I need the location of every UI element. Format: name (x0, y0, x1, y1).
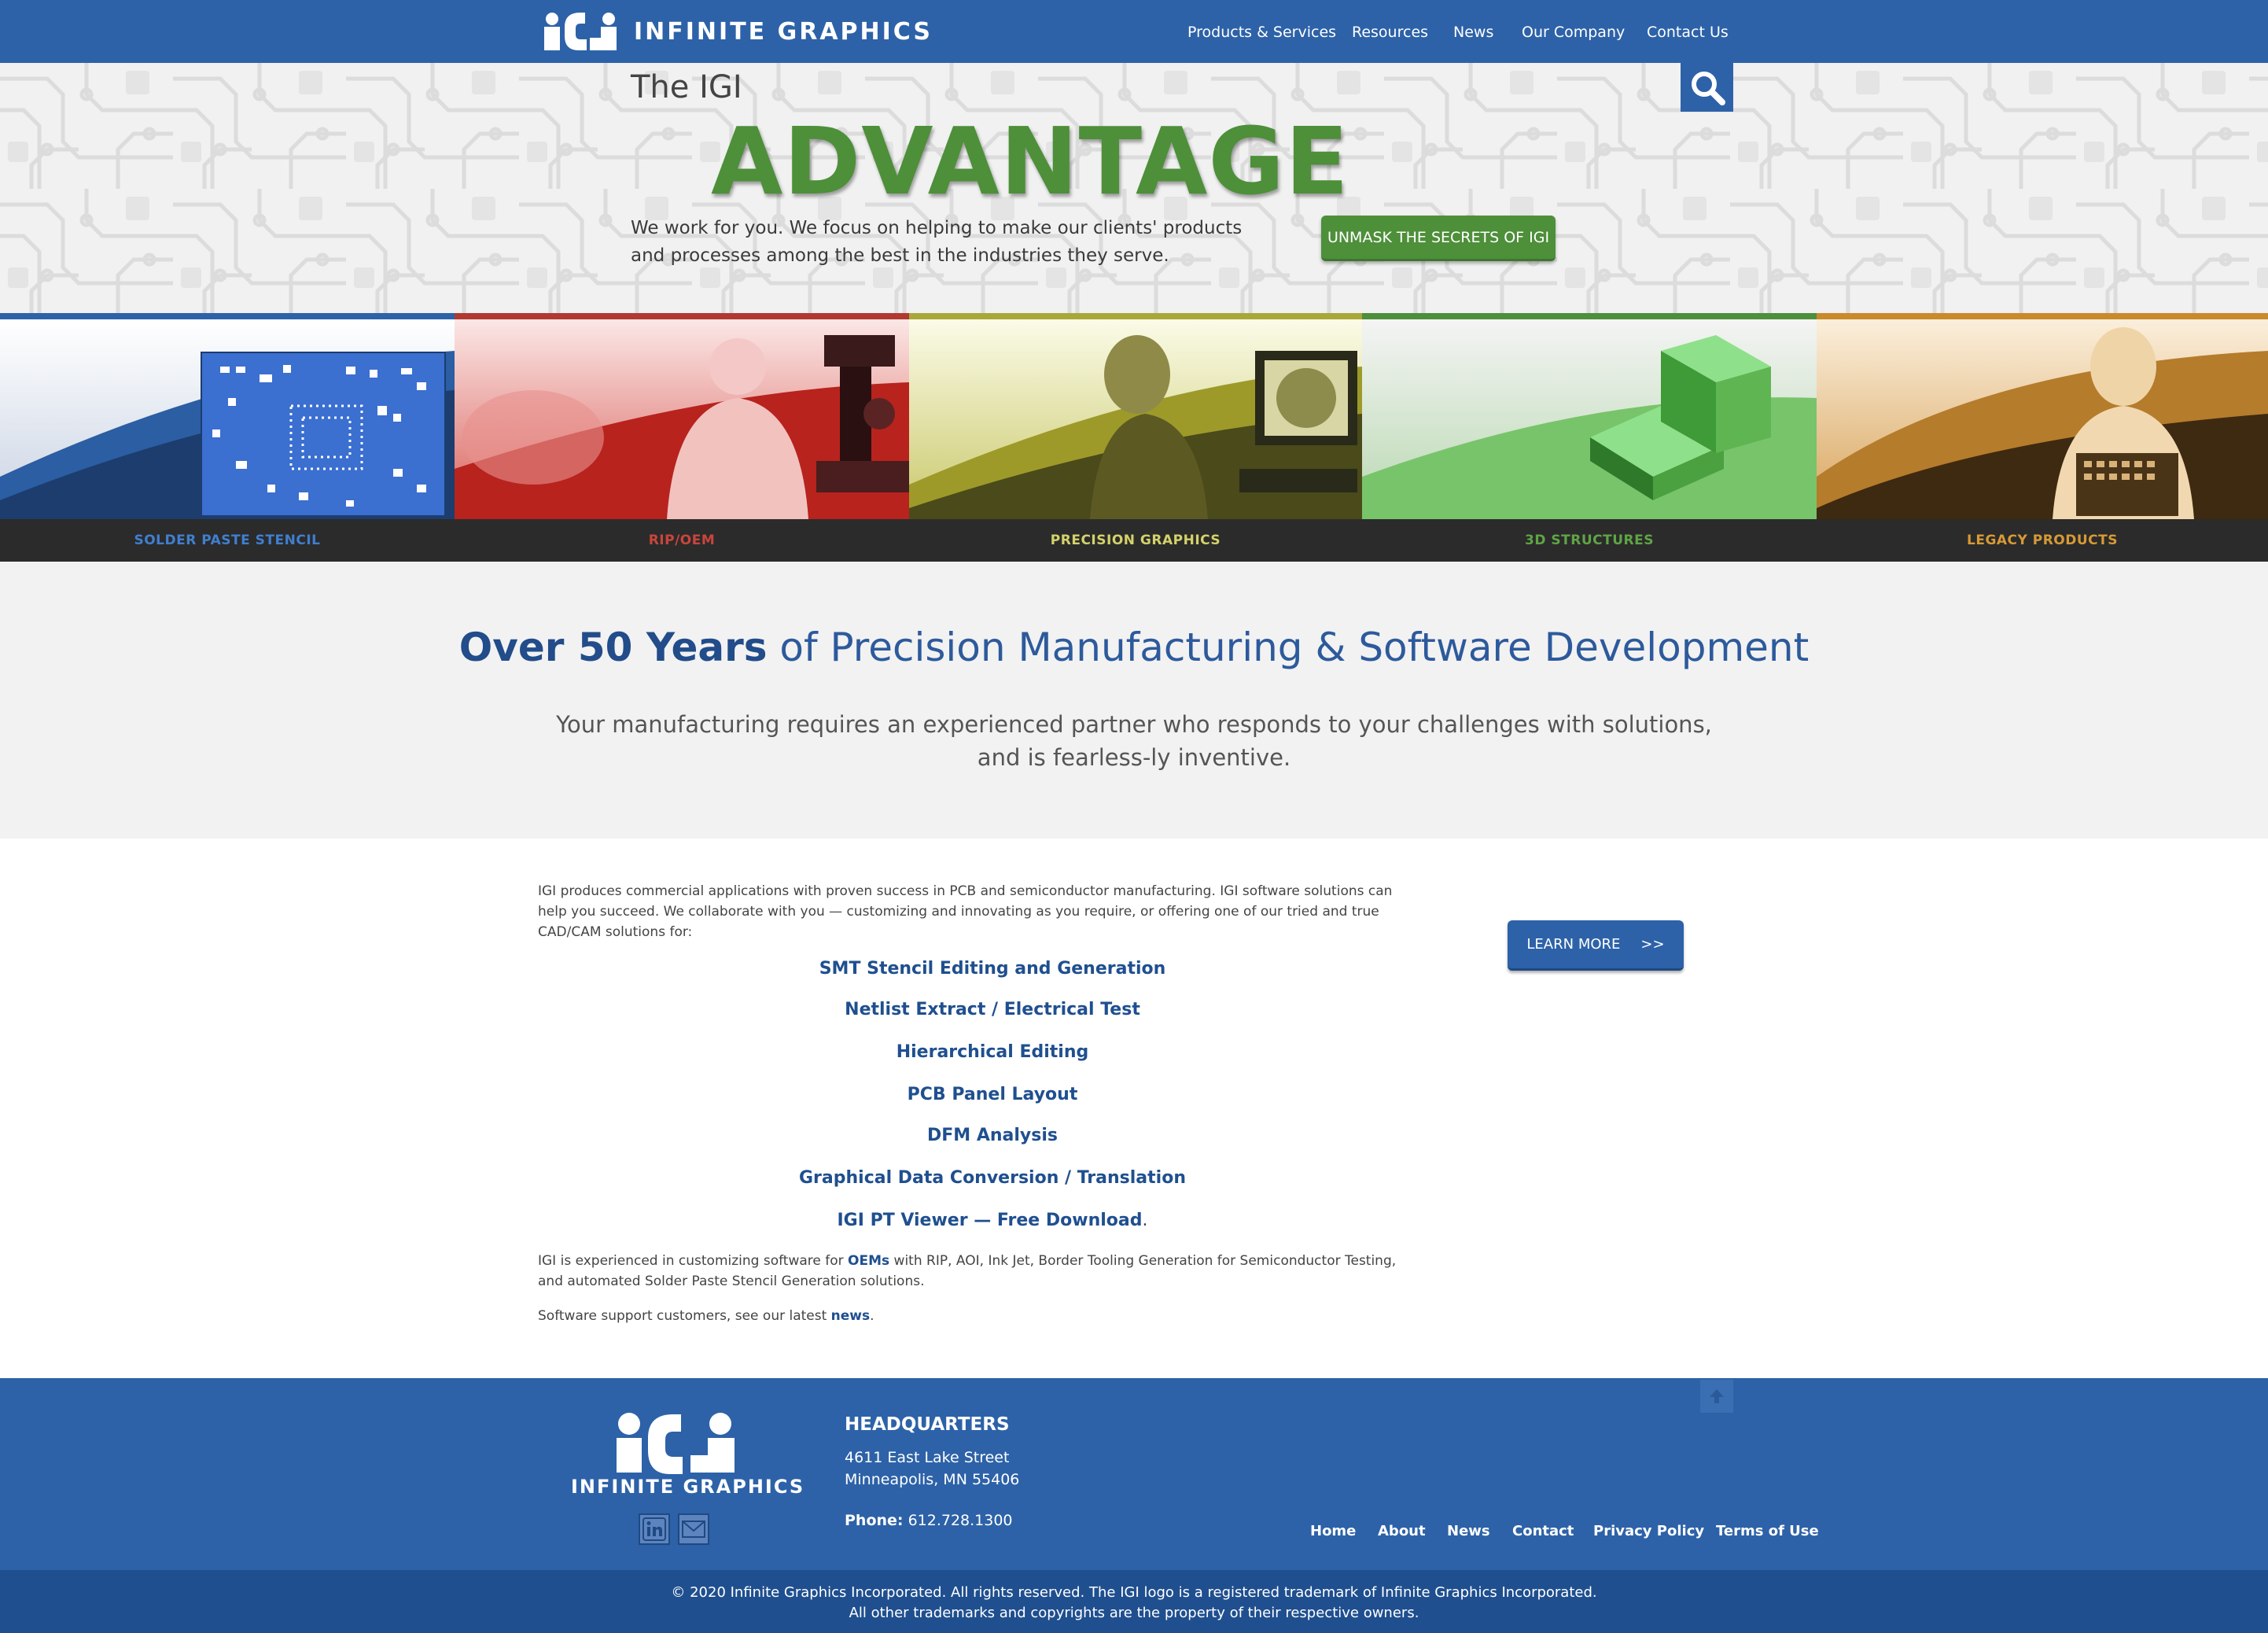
solution-link-hierarchical-editing[interactable]: Hierarchical Editing (538, 1042, 1447, 1062)
double-chevron-right-icon: >> (1640, 936, 1665, 953)
category-label: PRECISION GRAPHICS (909, 519, 1362, 562)
phone-number[interactable]: 612.728.1300 (908, 1512, 1013, 1529)
hero-title: ADVANTAGE (711, 107, 1349, 216)
support-text-after: . (870, 1308, 874, 1324)
solution-link-graphical-data-conversion[interactable]: Graphical Data Conversion / Translation (538, 1168, 1447, 1188)
nav-contact-us[interactable]: Contact Us (1647, 24, 1729, 41)
address-line-1: 4611 East Lake Street (845, 1449, 1010, 1466)
intro-section: Over 50 Years of Precision Manufacturing… (0, 562, 2268, 839)
pt-viewer-period: . (1142, 1211, 1148, 1230)
category-label: RIP/OEM (455, 519, 909, 562)
category-color-bar (1362, 313, 1817, 319)
category-color-bar (0, 313, 455, 319)
site-footer: INFINITE GRAPHICS HEADQUARTERS 4611 East… (0, 1378, 2268, 1570)
footer-link-privacy-policy[interactable]: Privacy Policy (1593, 1523, 1704, 1539)
category-label: 3D STRUCTURES (1362, 519, 1817, 562)
intro-heading-rest: of Precision Manufacturing & Software De… (767, 625, 1810, 670)
category-rip-oem[interactable]: RIP/OEM (455, 313, 909, 562)
solution-link-netlist-extract[interactable]: Netlist Extract / Electrical Test (538, 1000, 1447, 1019)
linkedin-button[interactable] (639, 1513, 670, 1545)
learn-more-label: LEARN MORE (1526, 936, 1621, 953)
oems-link[interactable]: OEMs (848, 1253, 889, 1269)
linkedin-icon (642, 1517, 666, 1541)
copyright-line-2: All other trademarks and copyrights are … (849, 1605, 1419, 1621)
top-navigation-bar: INFINITE GRAPHICS Products & Services Re… (0, 0, 2268, 63)
footer-link-news[interactable]: News (1447, 1523, 1490, 1539)
header-logo-text: INFINITE GRAPHICS (634, 17, 933, 46)
category-solder-paste-stencil[interactable]: SOLDER PASTE STENCIL (0, 313, 455, 562)
igi-logo-icon (544, 13, 617, 50)
support-paragraph: Software support customers, see our late… (538, 1306, 1425, 1326)
nav-resources[interactable]: Resources (1352, 24, 1428, 41)
nav-our-company[interactable]: Our Company (1522, 24, 1625, 41)
footer-link-about[interactable]: About (1378, 1523, 1426, 1539)
pt-viewer-download-link[interactable]: IGI PT Viewer — Free Download (838, 1211, 1143, 1230)
legacy-products-image (1817, 319, 2268, 519)
footer-link-contact[interactable]: Contact (1512, 1523, 1574, 1539)
intro-paragraph: Your manufacturing requires an experienc… (556, 711, 1712, 771)
solution-link-pcb-panel-layout[interactable]: PCB Panel Layout (538, 1085, 1447, 1104)
nav-news[interactable]: News (1453, 24, 1493, 41)
category-label: LEGACY PRODUCTS (1817, 519, 2268, 562)
back-to-top-button[interactable] (1700, 1380, 1733, 1413)
3d-structures-image (1362, 319, 1817, 519)
headquarters-heading: HEADQUARTERS (845, 1414, 1010, 1435)
category-3d-structures[interactable]: 3D STRUCTURES (1362, 313, 1817, 562)
precision-graphics-image (909, 319, 1362, 519)
hero-banner: The IGI ADVANTAGE We work for you. We fo… (0, 63, 2268, 316)
copyright-bar: © 2020 Infinite Graphics Incorporated. A… (0, 1570, 2268, 1633)
unmask-secrets-button[interactable]: UNMASK THE SECRETS OF IGI (1321, 216, 1556, 261)
phone-line: Phone: 612.728.1300 (845, 1512, 1013, 1529)
email-icon (682, 1521, 705, 1538)
search-button[interactable] (1681, 63, 1733, 112)
arrow-up-icon (1710, 1389, 1724, 1403)
category-label: SOLDER PASTE STENCIL (0, 519, 455, 562)
nav-products-services[interactable]: Products & Services (1187, 24, 1336, 41)
header-logo[interactable]: INFINITE GRAPHICS (541, 0, 933, 63)
category-color-bar (1817, 313, 2268, 319)
oem-paragraph: IGI is experienced in customizing softwa… (538, 1251, 1425, 1292)
category-color-bar (455, 313, 909, 319)
address-line-2: Minneapolis, MN 55406 (845, 1471, 1020, 1488)
category-color-bar (909, 313, 1362, 319)
rip-oem-image (455, 319, 909, 519)
footer-link-home[interactable]: Home (1310, 1523, 1356, 1539)
category-legacy-products[interactable]: LEGACY PRODUCTS (1817, 313, 2268, 562)
hero-subtitle: The IGI (631, 69, 742, 105)
solution-link-dfm-analysis[interactable]: DFM Analysis (538, 1126, 1447, 1145)
copyright-line-1: © 2020 Infinite Graphics Incorporated. A… (671, 1584, 1597, 1601)
email-button[interactable] (678, 1513, 709, 1545)
footer-igi-logo-icon (617, 1413, 735, 1474)
learn-more-button[interactable]: LEARN MORE >> (1508, 920, 1684, 971)
category-precision-graphics[interactable]: PRECISION GRAPHICS (909, 313, 1362, 562)
solder-stencil-image (0, 319, 455, 519)
category-strip: SOLDER PASTE STENCIL RIP/OEM PRECISION G… (0, 313, 2268, 562)
solution-link-smt-stencil[interactable]: SMT Stencil Editing and Generation (538, 959, 1447, 979)
intro-heading-bold: Over 50 Years (458, 625, 768, 670)
phone-label: Phone: (845, 1512, 904, 1529)
footer-link-terms-of-use[interactable]: Terms of Use (1716, 1523, 1819, 1539)
solution-link-pt-viewer: IGI PT Viewer — Free Download. (538, 1211, 1447, 1230)
oem-text-before: IGI is experienced in customizing softwa… (538, 1253, 849, 1269)
footer-logo-text: INFINITE GRAPHICS (571, 1476, 805, 1498)
support-text-before: Software support customers, see our late… (538, 1308, 831, 1324)
hero-description: We work for you. We focus on helping to … (631, 218, 1243, 266)
intro-heading: Over 50 Years of Precision Manufacturing… (0, 625, 2268, 670)
search-icon (1691, 72, 1725, 105)
main-intro-paragraph: IGI produces commercial applications wit… (538, 883, 1393, 940)
news-link[interactable]: news (831, 1308, 870, 1324)
